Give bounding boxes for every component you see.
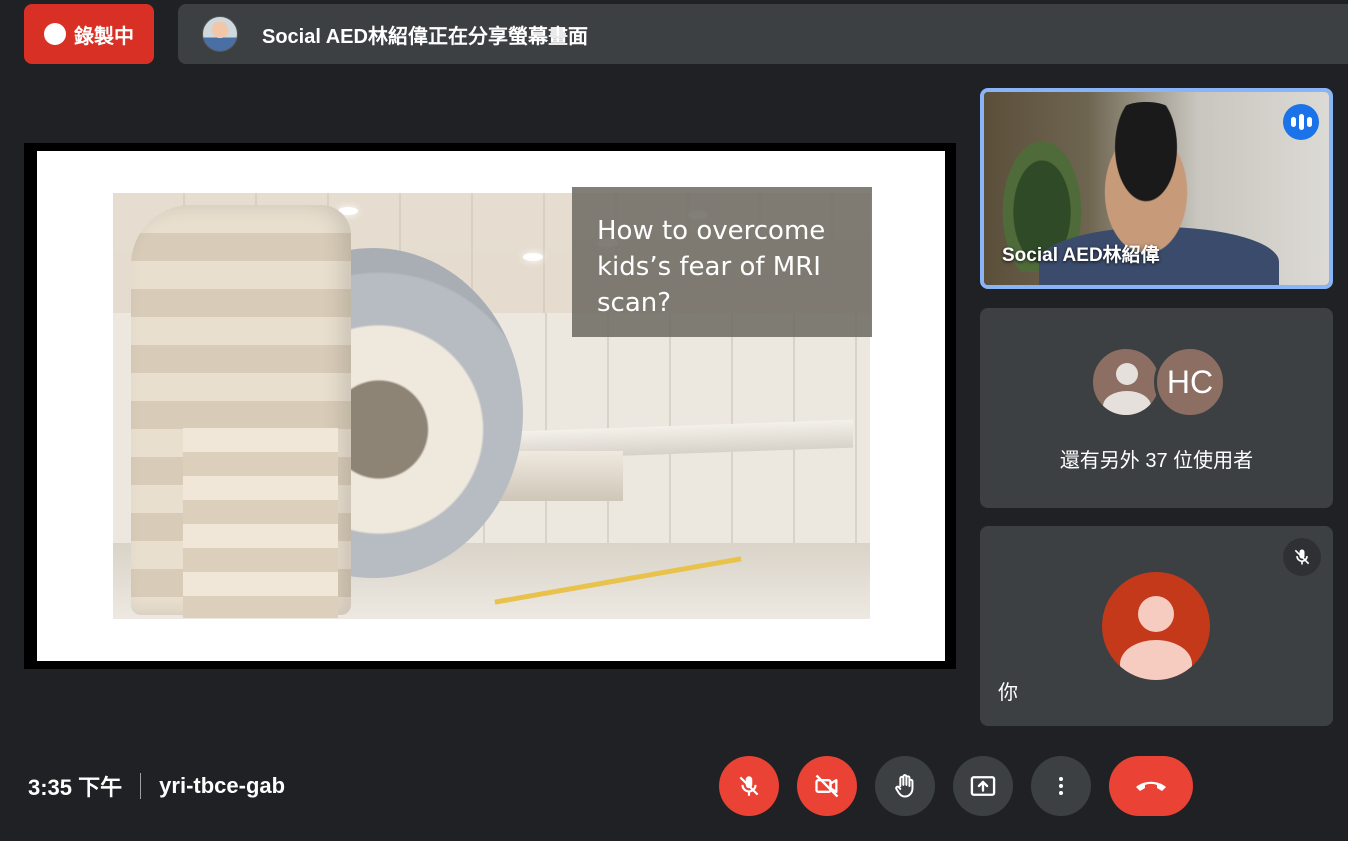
screen-share-banner: Social AED林紹偉正在分享螢幕畫面 bbox=[178, 4, 1348, 64]
mic-off-icon bbox=[1283, 538, 1321, 576]
person-icon bbox=[1116, 363, 1138, 385]
person-icon bbox=[1138, 596, 1174, 632]
current-time: 3:35 下午 bbox=[28, 775, 123, 800]
presenter-avatar bbox=[202, 16, 238, 52]
presentation-slide: How to overcome kids’s fear of MRI scan? bbox=[37, 151, 945, 661]
present-screen-button[interactable] bbox=[953, 756, 1013, 816]
participant-tile-speaker[interactable]: Social AED林紹偉 bbox=[980, 88, 1333, 289]
avatar-initials: HC bbox=[1166, 363, 1214, 400]
more-participants-text: 還有另外 37 位使用者 bbox=[1059, 450, 1254, 472]
divider bbox=[140, 773, 142, 799]
avatar: HC bbox=[1154, 346, 1226, 418]
camera-off-icon bbox=[815, 774, 839, 798]
speaker-name: Social AED林紹偉 bbox=[1002, 245, 1160, 266]
shared-screen[interactable]: How to overcome kids’s fear of MRI scan? bbox=[24, 143, 956, 669]
avatar bbox=[1090, 346, 1162, 418]
avatar bbox=[1102, 572, 1210, 680]
self-label: 你 bbox=[998, 682, 1018, 704]
call-end-icon bbox=[1136, 781, 1166, 791]
participant-tile-self[interactable]: 你 bbox=[980, 526, 1333, 726]
more-vert-icon bbox=[1059, 777, 1063, 795]
meeting-code[interactable]: yri-tbce-gab bbox=[159, 773, 285, 799]
slide-caption-line: How to overcome bbox=[597, 216, 826, 246]
recording-label: 錄製中 bbox=[74, 25, 134, 48]
present-screen-icon bbox=[970, 776, 996, 796]
participant-tile-others[interactable]: HC 還有另外 37 位使用者 bbox=[980, 308, 1333, 508]
slide-caption-line: scan? bbox=[597, 288, 672, 318]
hand-icon bbox=[895, 774, 914, 798]
camera-toggle-button[interactable] bbox=[797, 756, 857, 816]
recording-badge[interactable]: 錄製中 bbox=[24, 4, 154, 64]
speaking-indicator-icon bbox=[1283, 104, 1319, 140]
record-icon bbox=[44, 23, 66, 45]
leave-call-button[interactable] bbox=[1109, 756, 1193, 816]
mic-off-icon bbox=[739, 776, 759, 796]
more-options-button[interactable] bbox=[1031, 756, 1091, 816]
meeting-details: 3:35 下午 yri-tbce-gab bbox=[28, 770, 285, 802]
screen-share-text: Social AED林紹偉正在分享螢幕畫面 bbox=[262, 25, 588, 48]
mic-toggle-button[interactable] bbox=[719, 756, 779, 816]
raise-hand-button[interactable] bbox=[875, 756, 935, 816]
slide-caption: How to overcome kids’s fear of MRI scan? bbox=[597, 213, 867, 321]
slide-caption-line: kids’s fear of MRI bbox=[597, 252, 821, 282]
